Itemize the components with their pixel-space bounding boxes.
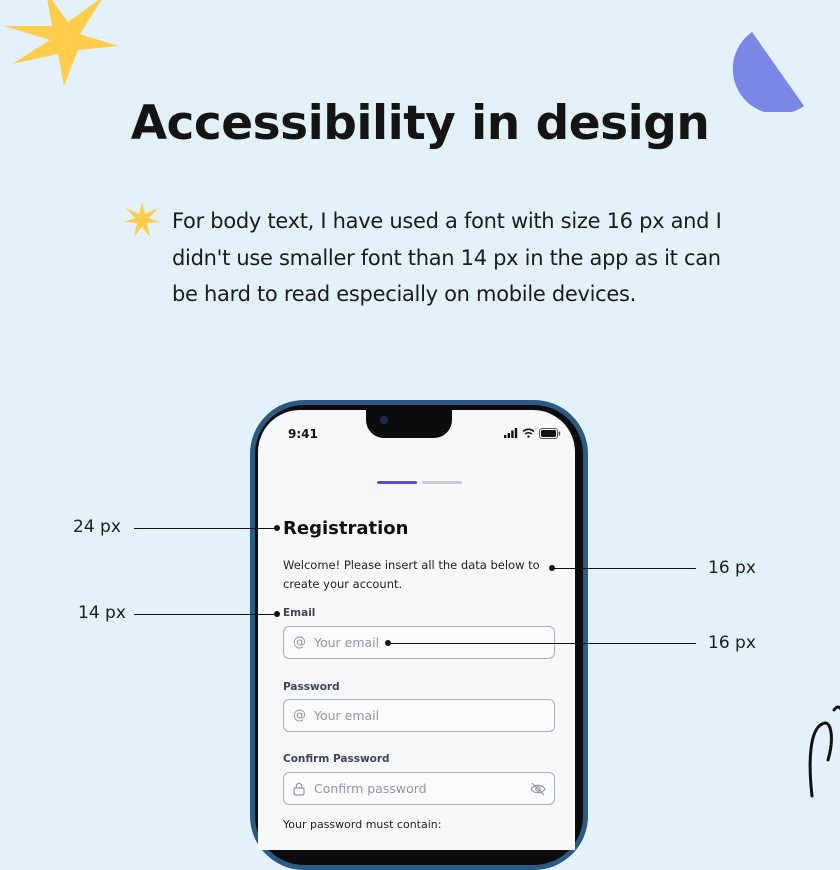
password-requirements-text: Your password must contain: [283, 818, 442, 831]
annotation-dot-body [549, 565, 555, 571]
password-placeholder: Your email [314, 708, 380, 723]
progress-step-active [377, 481, 417, 484]
eye-off-icon[interactable] [530, 782, 546, 796]
sparkle-bullet-icon [124, 202, 160, 237]
email-label: Email [283, 607, 316, 619]
progress-step-inactive [422, 481, 462, 484]
password-field[interactable]: @ Your email [283, 699, 555, 732]
page-title: Accessibility in design [130, 96, 710, 151]
battery-icon [539, 427, 561, 439]
annotation-label-size: 14 px [78, 603, 126, 623]
wifi-icon [522, 428, 535, 438]
status-time: 9:41 [288, 427, 318, 441]
body-text: For body text, I have used a font with s… [172, 209, 722, 306]
confirm-password-label: Confirm Password [283, 753, 390, 765]
annotation-input-size: 16 px [708, 633, 756, 653]
at-icon: @ [293, 635, 306, 650]
annotation-line-label [134, 614, 277, 615]
lock-icon [293, 782, 307, 796]
squiggle-decoration [808, 705, 840, 798]
phone-screen: 9:41 Registration Welcome! Please insert… [258, 410, 575, 850]
annotation-body-size: 16 px [708, 558, 756, 578]
camera-icon [380, 416, 388, 424]
password-label: Password [283, 681, 340, 693]
registration-title: Registration [283, 518, 409, 539]
annotation-dot-input [385, 640, 391, 646]
confirm-password-field[interactable]: Confirm password [283, 772, 555, 805]
confirm-password-placeholder: Confirm password [314, 781, 427, 796]
annotation-dot-title [274, 525, 280, 531]
annotation-line-body [552, 568, 696, 569]
annotation-line-input [389, 643, 696, 644]
phone-notch [366, 410, 452, 438]
annotation-title-size: 24 px [73, 517, 121, 537]
welcome-text: Welcome! Please insert all the data belo… [283, 558, 540, 591]
sparkle-star-decoration [4, 0, 118, 86]
email-placeholder: Your email [314, 635, 380, 650]
annotation-line-title [134, 528, 277, 529]
signal-icon [504, 428, 518, 438]
at-icon: @ [293, 708, 306, 723]
status-icons [504, 427, 561, 439]
annotation-dot-label [274, 611, 280, 617]
